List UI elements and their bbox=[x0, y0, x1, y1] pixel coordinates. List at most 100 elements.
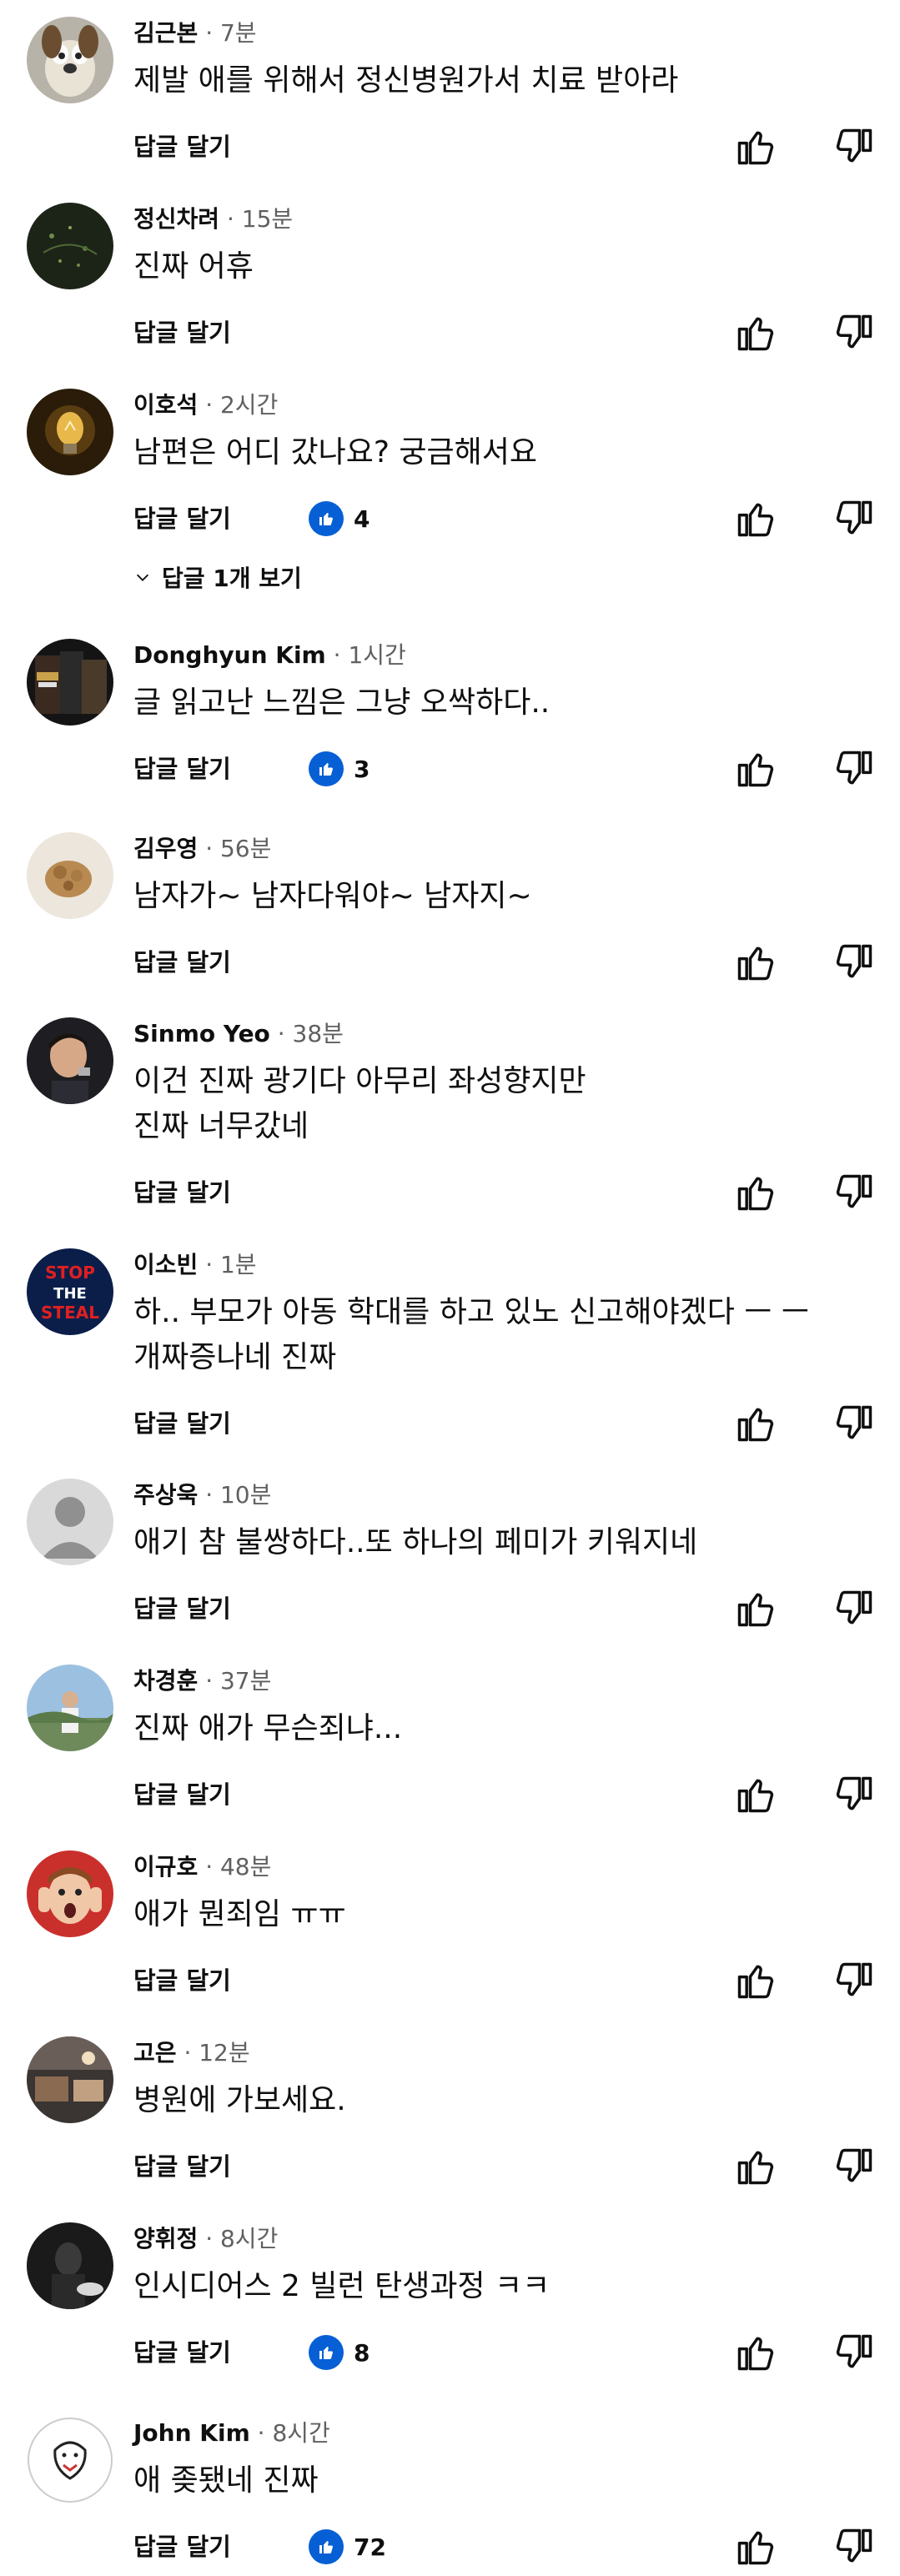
comment-actions: 답글 달기 bbox=[133, 309, 884, 356]
comment-author[interactable]: Sinmo Yeo bbox=[133, 1020, 270, 1047]
thumb-down-icon[interactable] bbox=[832, 125, 876, 168]
comment-author[interactable]: 주상욱 bbox=[133, 1481, 198, 1509]
thumb-up-icon[interactable] bbox=[734, 1402, 777, 1445]
thumb-up-icon[interactable] bbox=[734, 311, 777, 354]
comment-actions: 답글 달기 bbox=[133, 1957, 884, 2004]
thumb-up-icon[interactable] bbox=[734, 1171, 777, 1214]
avatar[interactable] bbox=[27, 1479, 113, 1565]
avatar[interactable] bbox=[27, 389, 113, 475]
comment-author[interactable]: 김우영 bbox=[133, 835, 198, 862]
comment-time: · 1시간 bbox=[333, 641, 406, 669]
comment-actions: 답글 달기 3 bbox=[133, 746, 884, 792]
comment-author[interactable]: 양휘정 bbox=[133, 2225, 198, 2252]
comment-time: · 12분 bbox=[184, 2039, 250, 2066]
comment-header: 양휘정 · 8시간 bbox=[133, 2224, 278, 2254]
reply-button[interactable]: 답글 달기 bbox=[133, 502, 231, 535]
thumb-up-icon[interactable] bbox=[734, 747, 777, 791]
comment-text: 이건 진짜 광기다 아무리 좌성향지만 진짜 너무갔네 bbox=[133, 1064, 586, 1143]
like-badge-icon bbox=[309, 2529, 344, 2564]
avatar[interactable] bbox=[27, 2417, 113, 2503]
avatar[interactable] bbox=[27, 1850, 113, 1937]
comment-author[interactable]: 차경훈 bbox=[133, 1667, 198, 1695]
avatar[interactable] bbox=[27, 203, 113, 289]
comment-actions: 답글 달기 8 bbox=[133, 2329, 884, 2376]
thumb-up-icon[interactable] bbox=[734, 125, 777, 168]
thumb-up-icon[interactable] bbox=[734, 1587, 777, 1630]
reply-button[interactable]: 답글 달기 bbox=[133, 946, 231, 979]
comment-text: 남자가~ 남자다워야~ 남자지~ bbox=[133, 879, 532, 913]
svg-text:THE: THE bbox=[53, 1285, 87, 1303]
thumb-down-icon[interactable] bbox=[832, 2525, 876, 2568]
svg-text:STEAL: STEAL bbox=[41, 1303, 99, 1323]
avatar[interactable]: STOP THE STEAL bbox=[27, 1248, 113, 1335]
avatar[interactable] bbox=[27, 832, 113, 919]
comment-actions: 답글 달기 72 bbox=[133, 2523, 884, 2570]
reply-button[interactable]: 답글 달기 bbox=[133, 1778, 231, 1811]
thumb-down-icon[interactable] bbox=[832, 747, 876, 791]
reply-button[interactable]: 답글 달기 bbox=[133, 130, 231, 163]
comment-time: · 56분 bbox=[205, 835, 272, 862]
comment-author[interactable]: 이규호 bbox=[133, 1853, 198, 1881]
avatar[interactable] bbox=[27, 17, 113, 103]
comment-text: 글 읽고난 느낌은 그냥 오싹하다.. bbox=[133, 685, 551, 720]
comment-text: 인시디어스 2 빌런 탄생과정 ㅋㅋ bbox=[133, 2269, 551, 2303]
comment-author[interactable]: John Kim bbox=[133, 2419, 250, 2447]
avatar[interactable] bbox=[27, 1665, 113, 1751]
thumb-down-icon[interactable] bbox=[832, 2145, 876, 2188]
reply-button[interactable]: 답글 달기 bbox=[133, 1407, 231, 1440]
comment-text: 애 좆됐네 진짜 bbox=[133, 2463, 319, 2498]
avatar[interactable] bbox=[27, 2036, 113, 2123]
comment-text: 하.. 부모가 아동 학대를 하고 있노 신고해야겠다 ㅡ ㅡ 개짜증나네 진짜 bbox=[133, 1295, 809, 1374]
reply-button[interactable]: 답글 달기 bbox=[133, 752, 231, 786]
thumb-down-icon[interactable] bbox=[832, 311, 876, 354]
reply-button[interactable]: 답글 달기 bbox=[133, 1964, 231, 1997]
thumb-up-icon[interactable] bbox=[734, 1959, 777, 2002]
thumb-up-icon[interactable] bbox=[734, 2525, 777, 2568]
comment-text: 진짜 애가 무슨죄냐... bbox=[133, 1711, 403, 1745]
reply-button[interactable]: 답글 달기 bbox=[133, 2150, 231, 2183]
avatar[interactable] bbox=[27, 639, 113, 726]
thumb-down-icon[interactable] bbox=[832, 1171, 876, 1214]
comment-header: 이소빈 · 1분 bbox=[133, 1250, 257, 1280]
comment-author[interactable]: 정신차려 bbox=[133, 205, 219, 233]
comment-actions: 답글 달기 bbox=[133, 2143, 884, 2190]
comment-time: · 48분 bbox=[205, 1853, 272, 1881]
like-summary: 72 bbox=[309, 2528, 386, 2565]
thumb-up-icon[interactable] bbox=[734, 941, 777, 984]
comment-header: 김우영 · 56분 bbox=[133, 834, 271, 864]
thumb-up-icon[interactable] bbox=[734, 2331, 777, 2374]
comment-author[interactable]: Donghyun Kim bbox=[133, 641, 326, 669]
comment-time: · 8시간 bbox=[205, 2225, 279, 2252]
comment-author[interactable]: 이호석 bbox=[133, 391, 198, 419]
thumb-down-icon[interactable] bbox=[832, 497, 876, 540]
comment-time: · 8시간 bbox=[257, 2419, 330, 2447]
reply-button[interactable]: 답글 달기 bbox=[133, 2530, 231, 2563]
reply-button[interactable]: 답글 달기 bbox=[133, 316, 231, 349]
view-replies-button[interactable]: 답글 1개 보기 bbox=[133, 559, 302, 595]
comment-actions: 답글 달기 bbox=[133, 123, 884, 170]
svg-text:STOP: STOP bbox=[45, 1263, 95, 1283]
comment-author[interactable]: 이소빈 bbox=[133, 1251, 198, 1278]
thumb-up-icon[interactable] bbox=[734, 497, 777, 540]
comment-header: 정신차려 · 15분 bbox=[133, 204, 293, 234]
thumb-down-icon[interactable] bbox=[832, 1959, 876, 2002]
comment-author[interactable]: 고은 bbox=[133, 2039, 177, 2066]
comment-author[interactable]: 김근본 bbox=[133, 19, 198, 47]
view-replies-label: 답글 1개 보기 bbox=[162, 565, 302, 592]
like-count: 8 bbox=[354, 2338, 370, 2367]
thumb-down-icon[interactable] bbox=[832, 1773, 876, 1816]
reply-button[interactable]: 답글 달기 bbox=[133, 1592, 231, 1625]
comment-list: 김근본 · 7분 제발 애를 위해서 정신병원가서 치료 받아라 답글 달기 정… bbox=[0, 0, 900, 2576]
comment-actions: 답글 달기 bbox=[133, 1585, 884, 1632]
thumb-down-icon[interactable] bbox=[832, 1587, 876, 1630]
thumb-down-icon[interactable] bbox=[832, 2331, 876, 2374]
thumb-up-icon[interactable] bbox=[734, 2145, 777, 2188]
avatar[interactable] bbox=[27, 2222, 113, 2309]
comment-header: John Kim · 8시간 bbox=[133, 2418, 330, 2448]
thumb-down-icon[interactable] bbox=[832, 941, 876, 984]
reply-button[interactable]: 답글 달기 bbox=[133, 2336, 231, 2369]
thumb-up-icon[interactable] bbox=[734, 1773, 777, 1816]
avatar[interactable] bbox=[27, 1017, 113, 1104]
reply-button[interactable]: 답글 달기 bbox=[133, 1176, 231, 1209]
thumb-down-icon[interactable] bbox=[832, 1402, 876, 1445]
